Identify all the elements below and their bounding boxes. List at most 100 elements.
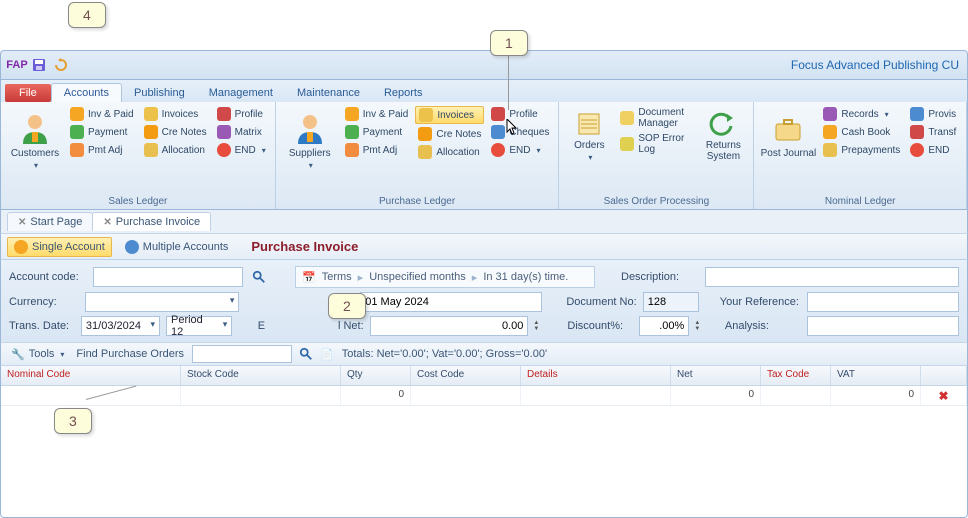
titlebar: FAP Focus Advanced Publishing CU: [0, 50, 968, 80]
analysis-input[interactable]: [807, 316, 959, 336]
col-tax[interactable]: Tax Code: [761, 366, 831, 385]
transf-button[interactable]: Transf: [907, 124, 959, 140]
grid-header: Nominal Code Stock Code Qty Cost Code De…: [1, 366, 967, 386]
currency-combo[interactable]: [85, 292, 239, 312]
doc-icon[interactable]: 📄: [320, 348, 334, 361]
transdate-label: Trans. Date:: [9, 320, 75, 332]
tab-publishing[interactable]: Publishing: [122, 84, 197, 102]
records-button[interactable]: Records▾: [820, 106, 903, 122]
search-icon[interactable]: [296, 344, 316, 364]
tab-management[interactable]: Management: [197, 84, 285, 102]
callout-2: 2: [328, 293, 366, 319]
col-details[interactable]: Details: [521, 366, 671, 385]
sop-error-button[interactable]: SOP Error Log: [617, 132, 695, 156]
discount-input[interactable]: [639, 316, 689, 336]
col-qty[interactable]: Qty: [341, 366, 411, 385]
pl-payment-button[interactable]: Payment: [342, 124, 412, 140]
pl-cre-notes-button[interactable]: Cre Notes: [415, 126, 484, 142]
matrix-button[interactable]: Matrix: [214, 124, 269, 140]
account-code-input[interactable]: [93, 267, 243, 287]
terms-breadcrumb[interactable]: 📅 Terms▸ Unspecified months▸ In 31 day(s…: [295, 266, 595, 288]
pl-profile-button[interactable]: Profile: [488, 106, 552, 122]
group-sop: Orders ▾ Document Manager SOP Error Log …: [559, 102, 754, 209]
table-row[interactable]: 0 0 0 ✖: [1, 386, 967, 406]
tab-maintenance[interactable]: Maintenance: [285, 84, 372, 102]
yourref-input[interactable]: [807, 292, 959, 312]
person-icon: [292, 110, 328, 146]
nom-end-button[interactable]: END: [907, 142, 959, 158]
cre-notes-button[interactable]: Cre Notes: [141, 124, 210, 140]
chevron-down-icon: ▾: [588, 153, 592, 162]
delete-row-icon[interactable]: ✖: [921, 386, 967, 405]
people-icon: [125, 240, 139, 254]
profile-button[interactable]: Profile: [214, 106, 269, 122]
allocation-button[interactable]: Allocation: [141, 142, 210, 158]
multiple-accounts-button[interactable]: Multiple Accounts: [118, 237, 236, 257]
totals-text: Totals: Net='0.00'; Vat='0.00'; Gross='0…: [342, 348, 547, 360]
person-icon: [14, 240, 28, 254]
suppliers-button[interactable]: Suppliers ▾: [282, 106, 338, 194]
tab-file[interactable]: File: [5, 84, 51, 102]
provis-button[interactable]: Provis: [907, 106, 959, 122]
currency-label: Currency:: [9, 296, 79, 308]
returns-button[interactable]: Returns System: [699, 106, 747, 194]
wrench-icon: 🔧: [11, 348, 25, 361]
period-combo[interactable]: Period 12: [166, 316, 232, 336]
doc-manager-button[interactable]: Document Manager: [617, 106, 695, 130]
callout-3: 3: [54, 408, 92, 434]
chevron-down-icon: ▾: [34, 161, 38, 170]
grid-area: [0, 406, 968, 518]
discount-label: Discount%:: [567, 320, 633, 332]
group-label-sop: Sales Order Processing: [565, 194, 747, 209]
orders-icon: [575, 110, 603, 138]
col-stock[interactable]: Stock Code: [181, 366, 341, 385]
end-button[interactable]: END▾: [214, 142, 269, 158]
pl-inv-paid-button[interactable]: Inv & Paid: [342, 106, 412, 122]
net-input[interactable]: [370, 316, 529, 336]
returns-icon: [709, 110, 737, 138]
single-account-button[interactable]: Single Account: [7, 237, 112, 257]
mode-bar: Single Account Multiple Accounts Purchas…: [0, 234, 968, 260]
refresh-icon[interactable]: [53, 57, 69, 73]
callout-4: 4: [68, 2, 106, 28]
group-label-nominal: Nominal Ledger: [760, 194, 960, 209]
pl-allocation-button[interactable]: Allocation: [415, 144, 484, 160]
analysis-label: Analysis:: [725, 320, 801, 332]
post-journal-button[interactable]: Post Journal: [760, 106, 816, 194]
spinner-icon[interactable]: ▲▼: [694, 320, 704, 332]
col-vat[interactable]: VAT: [831, 366, 921, 385]
data-grid: Nominal Code Stock Code Qty Cost Code De…: [0, 366, 968, 406]
tools-button[interactable]: 🔧Tools▾: [7, 346, 68, 363]
find-input[interactable]: [192, 345, 292, 363]
pl-invoices-button[interactable]: Invoices: [415, 106, 484, 124]
tab-accounts[interactable]: Accounts: [51, 83, 122, 102]
col-cost[interactable]: Cost Code: [411, 366, 521, 385]
prepayments-button[interactable]: Prepayments: [820, 142, 903, 158]
pl-end-button[interactable]: END▾: [488, 142, 552, 158]
pmt-adj-button[interactable]: Pmt Adj: [67, 142, 137, 158]
invoices-button[interactable]: Invoices: [141, 106, 210, 122]
pl-cheques-button[interactable]: Cheques: [488, 124, 552, 140]
tab-purchase-invoice[interactable]: ✕Purchase Invoice: [92, 212, 211, 231]
cashbook-button[interactable]: Cash Book: [820, 124, 903, 140]
net-label: l Net:: [320, 320, 364, 332]
search-icon[interactable]: [249, 267, 269, 287]
customers-button[interactable]: Customers ▾: [7, 106, 63, 194]
spinner-icon[interactable]: ▲▼: [533, 320, 543, 332]
close-icon[interactable]: ✕: [18, 217, 26, 228]
pl-pmt-adj-button[interactable]: Pmt Adj: [342, 142, 412, 158]
tab-reports[interactable]: Reports: [372, 84, 435, 102]
col-nominal[interactable]: Nominal Code: [1, 366, 181, 385]
transdate-combo[interactable]: 31/03/2024: [81, 316, 160, 336]
orders-button[interactable]: Orders ▾: [565, 106, 613, 194]
close-icon[interactable]: ✕: [103, 217, 111, 228]
tab-start-page[interactable]: ✕Start Page: [7, 212, 93, 231]
inv-paid-button[interactable]: Inv & Paid: [67, 106, 137, 122]
save-icon[interactable]: [31, 57, 47, 73]
col-net[interactable]: Net: [671, 366, 761, 385]
docno-input[interactable]: [643, 292, 699, 312]
payment-button[interactable]: Payment: [67, 124, 137, 140]
date-input[interactable]: [360, 292, 541, 312]
find-po-button[interactable]: Find Purchase Orders: [72, 346, 188, 362]
description-input[interactable]: [705, 267, 959, 287]
